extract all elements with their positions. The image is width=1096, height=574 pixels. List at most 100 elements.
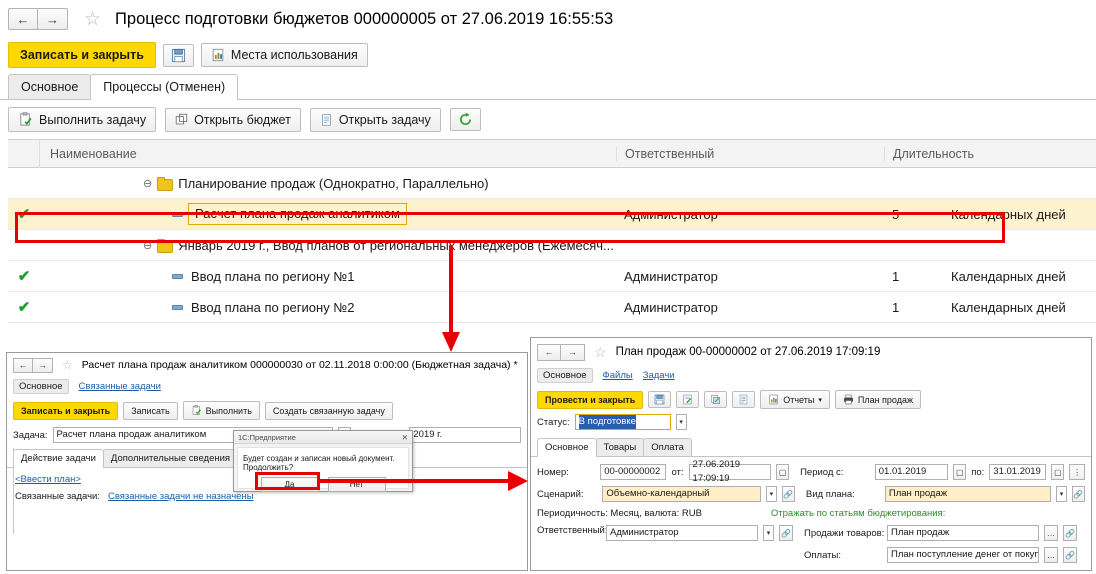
open-task-button[interactable]: Открыть задачу <box>309 107 441 132</box>
forward-icon[interactable]: → <box>561 343 585 361</box>
favorite-star-icon[interactable]: ☆ <box>62 358 73 372</box>
status-value: В подготовке <box>578 415 636 429</box>
open-link-icon[interactable]: 🔗 <box>781 486 795 502</box>
back-icon[interactable]: ← <box>13 357 33 373</box>
table-row[interactable]: ✔ Ввод плана по региону №1 Администратор… <box>8 261 1096 292</box>
tab-processy[interactable]: Процессы (Отменен) <box>90 74 239 100</box>
ellipsis-icon[interactable]: … <box>1044 525 1058 541</box>
inner-tab-additional-info[interactable]: Дополнительные сведения <box>102 449 239 467</box>
save-button[interactable] <box>162 43 194 67</box>
inner-tab-task-action[interactable]: Действие задачи <box>13 449 104 468</box>
process-tasks-grid: Наименование Ответственный Длительность … <box>8 139 1096 323</box>
period-select-icon[interactable]: ⋮ <box>1069 464 1085 480</box>
open-budget-button[interactable]: Открыть бюджет <box>165 107 301 132</box>
calendar-icon[interactable]: ▢ <box>953 464 967 480</box>
registry-button[interactable] <box>732 391 756 408</box>
calendar-icon[interactable]: ▢ <box>776 464 790 480</box>
payments-input[interactable]: План поступление денег от покупателей <box>887 547 1039 563</box>
tab-related-tasks[interactable]: Связанные задачи <box>79 381 161 392</box>
row-name-cell: ⊖ Январь 2019 г., Ввод планов от региона… <box>40 238 616 253</box>
related-tasks-value[interactable]: Связанные задачи не назначены <box>108 491 254 502</box>
table-row[interactable]: ⊖ Январь 2019 г., Ввод планов от региона… <box>8 230 1096 261</box>
responsible-input[interactable]: Администратор <box>606 525 758 541</box>
usage-places-button[interactable]: Места использования <box>200 43 368 67</box>
refresh-button[interactable] <box>449 108 481 131</box>
reports-icon <box>769 394 778 405</box>
date-from-input[interactable]: 27.06.2019 17:09:19 <box>688 459 772 484</box>
save-button[interactable] <box>648 391 672 408</box>
execute-button[interactable]: Выполнить <box>182 401 260 420</box>
execute-task-button[interactable]: Выполнить задачу <box>8 107 157 132</box>
period-to-input[interactable]: 31.01.2019 <box>989 464 1047 480</box>
inner-tab-goods[interactable]: Товары <box>595 438 645 456</box>
check-icon: ✔ <box>17 206 31 223</box>
post-document-icon <box>683 394 692 405</box>
back-icon[interactable]: ← <box>537 343 561 361</box>
tab-osnovnoe[interactable]: Основное <box>13 379 69 394</box>
save-button[interactable]: Записать <box>123 401 178 420</box>
dialog-message: Будет создан и записан новый документ. П… <box>243 454 395 472</box>
navigation-buttons: ← → <box>8 8 68 30</box>
tab-tasks[interactable]: Задачи <box>643 370 675 381</box>
header-name[interactable]: Наименование <box>40 147 616 161</box>
dialog-no-button[interactable]: Нет <box>327 477 386 492</box>
row-name-cell: Ввод плана по региону №2 <box>40 300 616 315</box>
status-label: Статус: <box>537 416 570 428</box>
forward-icon[interactable]: → <box>33 357 53 373</box>
chevron-down-icon[interactable]: ▾ <box>763 525 774 541</box>
forward-icon[interactable]: → <box>38 8 68 30</box>
open-link-icon[interactable]: 🔗 <box>1063 525 1077 541</box>
create-related-task-button[interactable]: Создать связанную задачу <box>264 401 393 420</box>
post-document-button[interactable] <box>676 391 700 408</box>
chevron-down-icon[interactable]: ▾ <box>1056 486 1067 502</box>
inner-tab-osnovnoe[interactable]: Основное <box>537 438 597 457</box>
dialog-yes-button[interactable]: Да <box>260 477 319 492</box>
grid-toolbar: Выполнить задачу Открыть бюджет Открыть … <box>0 100 1096 139</box>
unpost-document-button[interactable] <box>704 391 728 408</box>
right-inner-tabs: Основное Товары Оплата <box>531 437 1091 457</box>
ellipsis-icon[interactable]: … <box>1044 547 1058 563</box>
save-and-close-button[interactable]: Записать и закрыть <box>8 42 156 68</box>
inner-tab-payment[interactable]: Оплата <box>643 438 692 456</box>
table-row-selected[interactable]: ✔ Расчет плана продаж аналитиком Админис… <box>8 199 1096 230</box>
chevron-down-icon[interactable]: ▾ <box>766 486 777 502</box>
chevron-down-icon[interactable]: ▾ <box>675 414 687 430</box>
task-label: Задача: <box>13 429 48 441</box>
responsible-row: Ответственный: Администратор ▾ 🔗 Продажи… <box>531 525 1091 563</box>
open-link-icon[interactable]: 🔗 <box>779 525 793 541</box>
plan-kind-input[interactable]: План продаж <box>884 486 1052 502</box>
print-plan-button[interactable]: План продаж <box>834 390 922 409</box>
tab-osnovnoe[interactable]: Основное <box>8 74 92 99</box>
tab-files[interactable]: Файлы <box>603 370 633 381</box>
calendar-icon[interactable]: ▢ <box>1051 464 1065 480</box>
tab-osnovnoe[interactable]: Основное <box>537 368 593 383</box>
table-row[interactable]: ⊖ Планирование продаж (Однократно, Парал… <box>8 168 1096 199</box>
favorite-star-icon[interactable]: ☆ <box>84 10 101 29</box>
period-input[interactable]: 2019 г. <box>409 427 521 443</box>
save-and-close-button[interactable]: Записать и закрыть <box>13 401 119 420</box>
grid-header-row: Наименование Ответственный Длительность <box>8 139 1096 168</box>
close-icon[interactable]: ✕ <box>402 433 408 442</box>
scenario-input[interactable]: Объемно-календарный <box>602 486 762 502</box>
reports-button[interactable]: Отчеты ▾ <box>760 390 830 409</box>
row-responsible-cell: Администратор <box>624 299 718 315</box>
header-duration[interactable]: Длительность <box>884 146 974 161</box>
status-input[interactable]: В подготовке <box>574 414 671 430</box>
periodicity-row: Периодичность: Месяц, валюта: RUB Отража… <box>531 508 1091 519</box>
tree-collapse-icon[interactable]: ⊖ <box>143 177 152 190</box>
number-field-row: Номер: 00-00000002 от: 27.06.2019 17:09:… <box>531 459 1091 484</box>
goods-sales-input[interactable]: План продаж <box>887 525 1039 541</box>
budget-articles-text[interactable]: Отражать по статьям бюджетирования: <box>771 508 945 519</box>
period-from-input[interactable]: 01.01.2019 <box>874 464 949 480</box>
favorite-star-icon[interactable]: ☆ <box>594 344 607 361</box>
back-icon[interactable]: ← <box>8 8 38 30</box>
open-link-icon[interactable]: 🔗 <box>1071 486 1086 502</box>
tree-collapse-icon[interactable]: ⊖ <box>143 239 152 252</box>
header-responsible[interactable]: Ответственный <box>616 146 884 161</box>
payments-label: Оплаты: <box>804 549 841 561</box>
table-row[interactable]: ✔ Ввод плана по региону №2 Администратор… <box>8 292 1096 323</box>
window-titlebar: ← → ☆ Процесс подготовки бюджетов 000000… <box>0 0 1096 38</box>
post-and-close-button[interactable]: Провести и закрыть <box>537 390 644 409</box>
number-input[interactable]: 00-00000002 <box>600 464 667 480</box>
open-link-icon[interactable]: 🔗 <box>1063 547 1077 563</box>
